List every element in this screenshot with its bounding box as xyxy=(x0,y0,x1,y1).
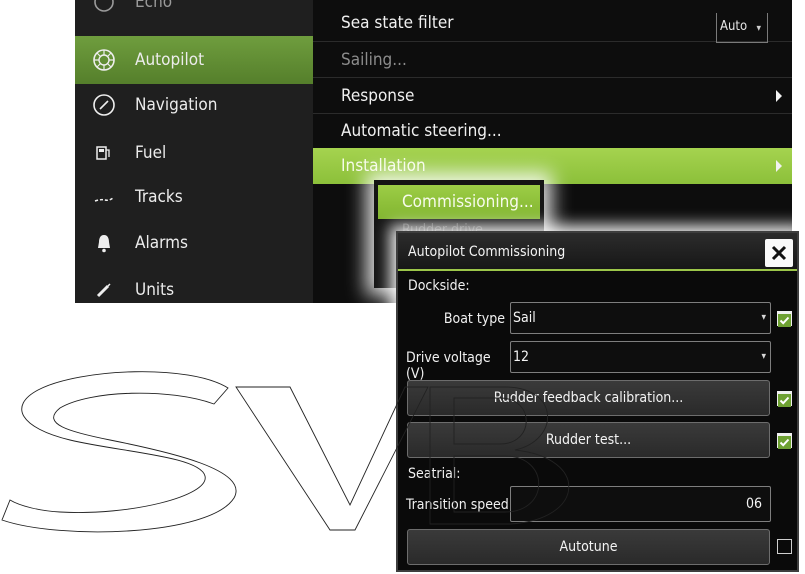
boat-type-checkbox[interactable] xyxy=(777,311,792,327)
chevron-down-icon: ▾ xyxy=(761,312,766,323)
sidebar-item-label: Tracks xyxy=(135,187,183,207)
sidebar-item-label: Echo xyxy=(135,0,173,12)
chevron-down-icon: ▾ xyxy=(756,23,761,34)
dropdown-value: 12 xyxy=(513,349,530,365)
chevron-right-icon xyxy=(776,160,782,172)
fuel-icon xyxy=(75,129,133,177)
setting-label: Response xyxy=(341,85,415,106)
button-label: Rudder test... xyxy=(545,432,632,448)
dialog-title: Autopilot Commissioning xyxy=(408,244,566,260)
sidebar-item-label: Autopilot xyxy=(135,50,205,70)
setting-label: Installation xyxy=(341,156,426,176)
autopilot-icon xyxy=(75,36,133,84)
rudder-feedback-calibration-button[interactable]: Rudder feedback calibration... xyxy=(407,380,770,416)
close-icon xyxy=(771,245,787,261)
checkmark-icon xyxy=(778,436,791,449)
drive-voltage-dropdown[interactable]: 12 ▾ xyxy=(510,341,771,373)
autotune-button[interactable]: Autotune xyxy=(407,529,770,565)
submenu-label: Commissioning... xyxy=(402,192,534,212)
setting-label: Automatic steering... xyxy=(341,120,502,141)
setting-sailing: Sailing... xyxy=(313,42,792,78)
setting-installation[interactable]: Installation xyxy=(313,148,792,184)
sea-state-dropdown[interactable]: Auto ▾ xyxy=(716,13,768,43)
sidebar-item-tracks[interactable]: Tracks xyxy=(75,173,313,221)
checkmark-icon xyxy=(778,314,791,327)
setting-response[interactable]: Response xyxy=(313,78,792,114)
dockside-section-label: Dockside: xyxy=(408,278,470,294)
setting-automatic-steering[interactable]: Automatic steering... xyxy=(313,113,792,149)
rudder-test-checkbox[interactable] xyxy=(777,433,792,449)
setting-label: Sea state filter xyxy=(341,13,454,33)
close-button[interactable] xyxy=(765,239,793,267)
drive-voltage-label: Drive voltage (V) xyxy=(406,350,491,382)
sidebar-item-navigation[interactable]: Navigation xyxy=(75,81,313,129)
sidebar-item-label: Units xyxy=(135,280,175,300)
sidebar-item-label: Navigation xyxy=(135,95,218,115)
sidebar-item-fuel[interactable]: Fuel xyxy=(75,129,313,177)
tracks-icon xyxy=(75,173,133,221)
units-icon xyxy=(75,266,133,314)
sidebar-item-label: Fuel xyxy=(135,143,167,163)
transition-speed-input[interactable]: 06 xyxy=(510,486,771,522)
sidebar-item-alarms[interactable]: Alarms xyxy=(75,219,313,267)
sidebar-item-label: Alarms xyxy=(135,233,188,253)
button-label: Rudder feedback calibration... xyxy=(493,390,684,406)
transition-speed-label: Transition speed xyxy=(406,497,509,513)
chevron-down-icon: ▾ xyxy=(761,351,766,362)
rudder-test-button[interactable]: Rudder test... xyxy=(407,422,770,458)
dialog-header: Autopilot Commissioning xyxy=(398,233,797,271)
submenu-item-commissioning[interactable]: Commissioning... xyxy=(378,185,540,219)
boat-type-dropdown[interactable]: Sail ▾ xyxy=(510,302,771,334)
echo-icon xyxy=(75,0,133,26)
autotune-checkbox[interactable] xyxy=(777,539,792,554)
sidebar-menu: Echo Autopilot Navigation Fuel Tracks Al… xyxy=(75,0,313,303)
seatrial-section-label: Seatrial: xyxy=(408,466,461,482)
boat-type-label: Boat type xyxy=(443,311,505,327)
sidebar-item-echo[interactable]: Echo xyxy=(75,0,313,26)
sidebar-item-units[interactable]: Units xyxy=(75,266,313,314)
dropdown-value: Sail xyxy=(513,310,536,326)
setting-sea-state-filter[interactable]: Sea state filter Auto ▾ xyxy=(313,5,792,43)
rudder-feedback-checkbox[interactable] xyxy=(777,391,792,407)
sidebar-item-autopilot[interactable]: Autopilot xyxy=(75,36,313,84)
chevron-right-icon xyxy=(776,90,782,102)
navigation-icon xyxy=(75,81,133,129)
dropdown-value: Auto xyxy=(720,19,748,34)
alarms-icon xyxy=(75,219,133,267)
setting-label: Sailing... xyxy=(341,49,407,70)
button-label: Autotune xyxy=(559,539,618,555)
checkmark-icon xyxy=(778,394,791,407)
input-value: 06 xyxy=(745,496,762,512)
autopilot-commissioning-dialog: Autopilot Commissioning Dockside: Boat t… xyxy=(396,231,799,572)
